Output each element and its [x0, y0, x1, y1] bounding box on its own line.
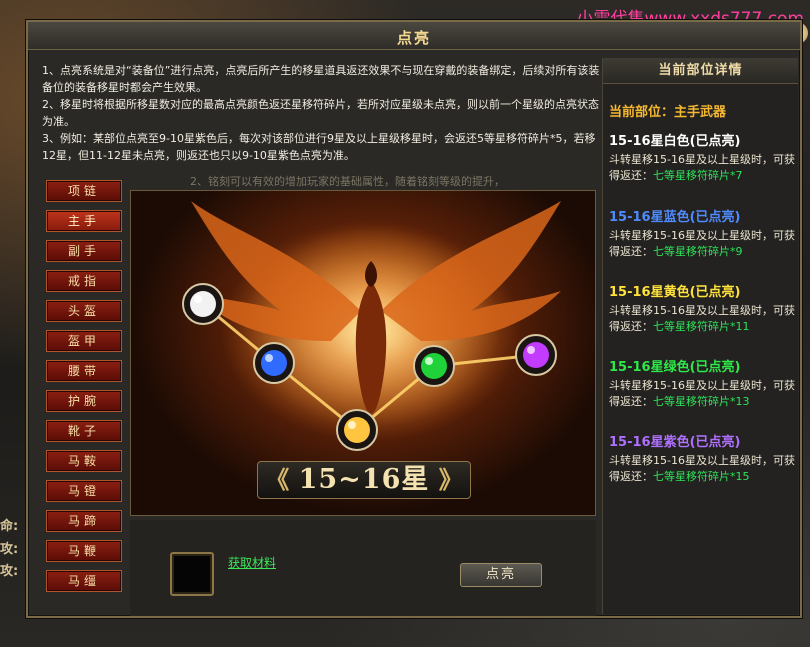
- tier-description: 斗转星移15-16星及以上星级时，可获得返还：七等星移符碎片*13: [609, 379, 795, 408]
- description-line-3: 3、例如：某部位点亮至9-10星紫色后，每次对该部位进行9星及以上星级移星时，会…: [42, 132, 596, 162]
- tier-green: 15-16星绿色(已点亮) 斗转星移15-16星及以上星级时，可获得返还：七等星…: [609, 356, 801, 410]
- tier-title: 15-16星白色(已点亮): [609, 134, 741, 149]
- tier-description: 斗转星移15-16星及以上星级时，可获得返还：七等星移符碎片*9: [609, 229, 795, 258]
- orb-blue[interactable]: [253, 342, 295, 384]
- current-part-label: 当前部位：主手武器: [609, 105, 727, 120]
- tab-ring[interactable]: 戒指: [46, 270, 122, 292]
- tab-whip[interactable]: 马鞭: [46, 540, 122, 562]
- material-slot[interactable]: [170, 552, 214, 596]
- description-block: 1、点亮系统是对“装备位”进行点亮，点亮后所产生的移星道具返还效果不与现在穿戴的…: [42, 62, 602, 164]
- tab-belt[interactable]: 腰带: [46, 360, 122, 382]
- tier-blue: 15-16星蓝色(已点亮) 斗转星移15-16星及以上星级时，可获得返还：七等星…: [609, 206, 801, 260]
- description-line-2: 2、移星时将根据所移星数对应的最高点亮颜色返还星移符碎片，若所对应星级未点亮，则…: [42, 98, 599, 128]
- tier-yellow: 15-16星黄色(已点亮) 斗转星移15-16星及以上星级时，可获得返还：七等星…: [609, 281, 801, 335]
- tier-reward: 七等星移符碎片*13: [653, 395, 750, 408]
- tab-armor[interactable]: 盔甲: [46, 330, 122, 352]
- background-hint-text: 2、铭刻可以有效的增加玩家的基础属性，随着铭刻等级的提升，: [190, 175, 505, 188]
- light-up-dialog: 点亮 1、点亮系统是对“装备位”进行点亮，点亮后所产生的移星道具返还效果不与现在…: [26, 20, 802, 618]
- prev-arrow-icon[interactable]: 《: [265, 465, 289, 494]
- star-level-banner: 《 15~16星 》: [257, 461, 471, 499]
- tab-main-hand[interactable]: 主手: [46, 210, 122, 232]
- title-bar: 点亮: [28, 22, 800, 50]
- orb-purple[interactable]: [515, 334, 557, 376]
- tab-reins[interactable]: 马缰: [46, 570, 122, 592]
- tab-boots[interactable]: 靴子: [46, 420, 122, 442]
- tab-horseshoe[interactable]: 马蹄: [46, 510, 122, 532]
- panel-header: 当前部位详情: [603, 58, 798, 84]
- description-line-1: 1、点亮系统是对“装备位”进行点亮，点亮后所产生的移星道具返还效果不与现在穿戴的…: [42, 64, 600, 94]
- next-arrow-icon[interactable]: 》: [439, 465, 463, 494]
- orb-yellow[interactable]: [336, 409, 378, 451]
- star-level-text: 15~16星: [298, 464, 430, 495]
- current-part-detail-panel: 当前部位详情 当前部位：主手武器 15-16星白色(已点亮) 斗转星移15-16…: [602, 58, 798, 614]
- orb-green[interactable]: [413, 345, 455, 387]
- tier-reward: 七等星移符碎片*9: [653, 245, 743, 258]
- tier-title: 15-16星蓝色(已点亮): [609, 210, 741, 225]
- get-materials-link[interactable]: 获取材料: [228, 554, 276, 571]
- tab-off-hand[interactable]: 副手: [46, 240, 122, 262]
- tier-description: 斗转星移15-16星及以上星级时，可获得返还：七等星移符碎片*11: [609, 304, 795, 333]
- bg-side-label-2: 攻:: [0, 542, 19, 557]
- tier-reward: 七等星移符碎片*7: [653, 169, 743, 182]
- tier-reward: 七等星移符碎片*11: [653, 320, 750, 333]
- tier-reward: 七等星移符碎片*15: [653, 470, 750, 483]
- tier-white: 15-16星白色(已点亮) 斗转星移15-16星及以上星级时，可获得返还：七等星…: [609, 130, 801, 184]
- tier-title: 15-16星黄色(已点亮): [609, 285, 741, 300]
- tier-title: 15-16星绿色(已点亮): [609, 360, 741, 375]
- bg-side-label-1: 命:: [0, 519, 19, 534]
- dialog-title: 点亮: [396, 29, 431, 47]
- tier-description: 斗转星移15-16星及以上星级时，可获得返还：七等星移符碎片*15: [609, 454, 795, 483]
- bg-side-label-3: 攻:: [0, 564, 19, 579]
- tier-title: 15-16星紫色(已点亮): [609, 435, 741, 450]
- equipment-slot-tabs: 项链 主手 副手 戒指 头盔 盔甲 腰带 护腕 靴子 马鞍 马镫 马蹄 马鞭 马…: [46, 180, 122, 600]
- tier-purple: 15-16星紫色(已点亮) 斗转星移15-16星及以上星级时，可获得返还：七等星…: [609, 431, 801, 485]
- light-up-button[interactable]: 点亮: [460, 563, 542, 587]
- tier-description: 斗转星移15-16星及以上星级时，可获得返还：七等星移符碎片*7: [609, 153, 795, 182]
- orb-white[interactable]: [182, 283, 224, 325]
- tab-bracer[interactable]: 护腕: [46, 390, 122, 412]
- tab-saddle[interactable]: 马鞍: [46, 450, 122, 472]
- phoenix-constellation-art: 《 15~16星 》: [130, 190, 596, 516]
- tab-helmet[interactable]: 头盔: [46, 300, 122, 322]
- tab-stirrup[interactable]: 马镫: [46, 480, 122, 502]
- tab-necklace[interactable]: 项链: [46, 180, 122, 202]
